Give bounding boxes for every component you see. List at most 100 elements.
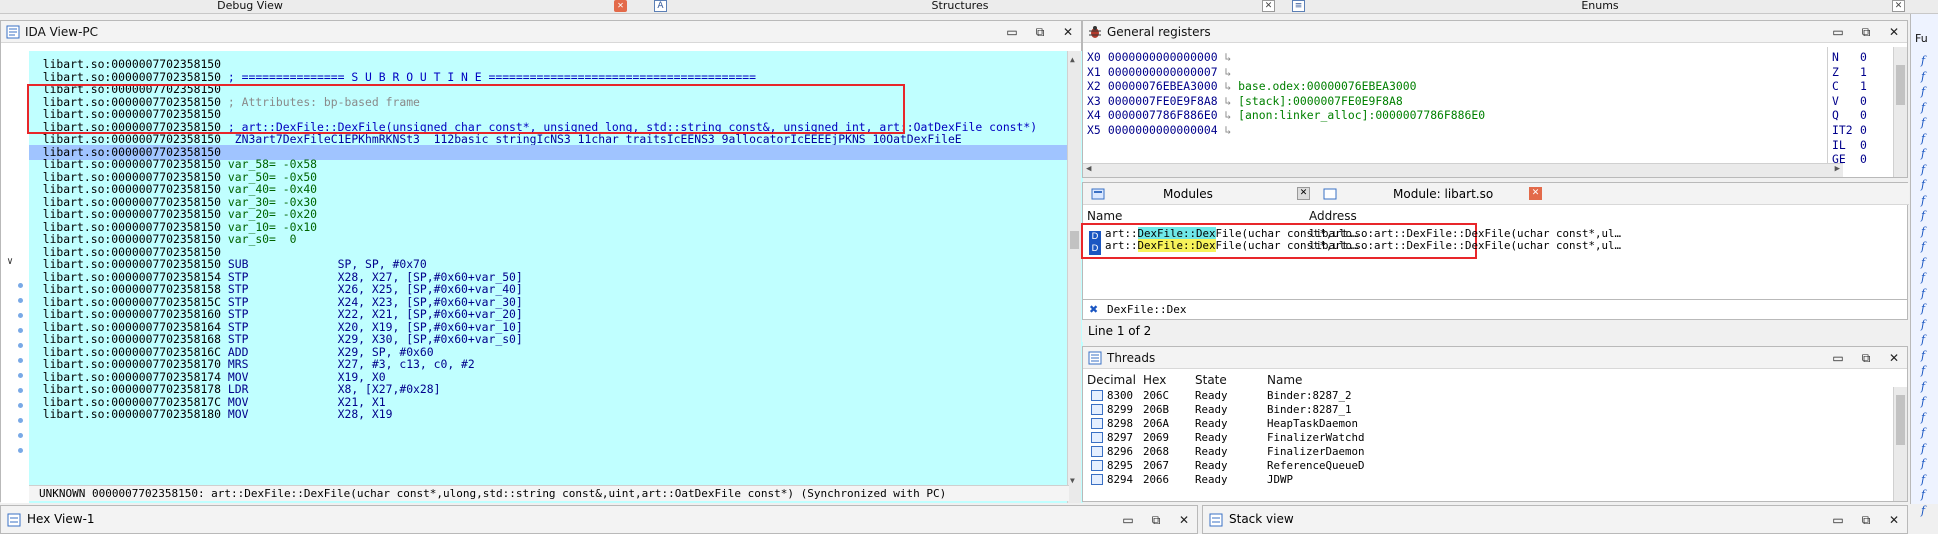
function-f-icon[interactable]: f [1921, 147, 1935, 160]
function-f-icon[interactable]: f [1921, 473, 1935, 486]
close-icon[interactable]: ✕ [1887, 25, 1901, 39]
function-f-icon[interactable]: f [1921, 101, 1935, 114]
thread-name[interactable]: Binder:8287_2 [1267, 389, 1352, 403]
close-icon[interactable]: ✕ [1177, 513, 1191, 527]
disassembly-listing[interactable]: libart.so:0000007702358150 libart.so:000… [29, 51, 1083, 503]
collapse-chevron-icon[interactable]: ∨ [7, 256, 13, 267]
thread-hex[interactable]: 2067 [1143, 459, 1169, 473]
thread-hex[interactable]: 206A [1143, 417, 1169, 431]
function-f-icon[interactable]: f [1921, 395, 1935, 408]
minimize-icon[interactable]: ▭ [1121, 513, 1135, 527]
thread-name[interactable]: JDWP [1267, 473, 1293, 487]
function-f-icon[interactable]: f [1921, 442, 1935, 455]
thread-state[interactable]: Ready [1195, 417, 1228, 431]
column-name[interactable]: Name [1267, 371, 1302, 389]
register-value[interactable]: 0000000000000004 [1101, 123, 1224, 137]
close-icon[interactable]: ✕ [1262, 0, 1275, 12]
function-f-icon[interactable]: f [1921, 54, 1935, 67]
function-f-icon[interactable]: f [1921, 209, 1935, 222]
column-state[interactable]: State [1195, 371, 1227, 389]
close-icon[interactable]: ✕ [1529, 187, 1542, 200]
close-icon[interactable]: ✕ [1061, 25, 1075, 39]
function-f-icon[interactable]: f [1921, 302, 1935, 315]
function-f-icon[interactable]: f [1921, 488, 1935, 501]
function-f-icon[interactable]: f [1921, 194, 1935, 207]
register-row[interactable]: X5 0000000000000004 ↳ [1083, 121, 1238, 139]
close-icon[interactable]: ✕ [1887, 513, 1901, 527]
tab-structures[interactable]: Structures [880, 0, 1040, 14]
breakpoint-dot[interactable] [18, 388, 23, 393]
minimize-icon[interactable]: ▭ [1831, 25, 1845, 39]
thread-hex[interactable]: 206B [1143, 403, 1169, 417]
registers-vertical-scrollbar[interactable] [1893, 47, 1907, 177]
function-f-icon[interactable]: f [1921, 504, 1935, 517]
function-f-icon[interactable]: f [1921, 380, 1935, 393]
tab-modules[interactable]: Modules [1163, 183, 1213, 205]
thread-decimal[interactable]: 8298 [1107, 417, 1133, 431]
breakpoint-dot[interactable] [18, 313, 23, 318]
tab-debug-view[interactable]: Debug View [170, 0, 330, 14]
function-f-icon[interactable]: f [1921, 426, 1935, 439]
thread-hex[interactable]: 2069 [1143, 431, 1169, 445]
restore-icon[interactable]: ⧉ [1859, 351, 1873, 365]
ida-vertical-scrollbar[interactable]: ▲ ▼ [1067, 51, 1081, 503]
close-icon[interactable]: ✕ [1297, 187, 1310, 200]
function-f-icon[interactable]: f [1921, 163, 1935, 176]
column-name[interactable]: Name [1087, 207, 1122, 225]
function-f-icon[interactable]: f [1921, 240, 1935, 253]
filter-input[interactable]: DexFile::Dex [1107, 300, 1186, 320]
breakpoint-dot[interactable] [18, 373, 23, 378]
breakpoint-dot[interactable] [18, 343, 23, 348]
restore-icon[interactable]: ⧉ [1859, 25, 1873, 39]
scroll-up-icon[interactable]: ▲ [1070, 55, 1079, 64]
registers-horizontal-scrollbar[interactable]: ◀ ▶ [1083, 163, 1843, 177]
function-f-icon[interactable]: f [1921, 85, 1935, 98]
breakpoint-dot[interactable] [18, 418, 23, 423]
breakpoint-dot[interactable] [18, 283, 23, 288]
column-address[interactable]: Address [1309, 207, 1357, 225]
restore-icon[interactable]: ⧉ [1149, 513, 1163, 527]
thread-state[interactable]: Ready [1195, 459, 1228, 473]
threads-vertical-scrollbar[interactable] [1893, 387, 1907, 501]
function-f-icon[interactable]: f [1921, 178, 1935, 191]
function-f-icon[interactable]: f [1921, 116, 1935, 129]
column-hex[interactable]: Hex [1143, 371, 1166, 389]
thread-name[interactable]: HeapTaskDaemon [1267, 417, 1358, 431]
thread-hex[interactable]: 2066 [1143, 473, 1169, 487]
function-f-icon[interactable]: f [1921, 287, 1935, 300]
thread-name[interactable]: FinalizerWatchd [1267, 431, 1365, 445]
thread-state[interactable]: Ready [1195, 473, 1228, 487]
minimize-icon[interactable]: ▭ [1831, 513, 1845, 527]
hex-view-title[interactable]: Hex View-1 [27, 506, 95, 533]
breakpoint-dot[interactable] [18, 298, 23, 303]
breakpoint-dot[interactable] [18, 328, 23, 333]
scroll-thumb[interactable] [1070, 231, 1079, 249]
scroll-thumb[interactable] [1896, 65, 1905, 105]
function-f-icon[interactable]: f [1921, 411, 1935, 424]
minimize-icon[interactable]: ▭ [1831, 351, 1845, 365]
thread-name[interactable]: Binder:8287_1 [1267, 403, 1352, 417]
code-line[interactable]: libart.so:0000007702358180 MOV X28, X19 [29, 407, 1069, 422]
thread-decimal[interactable]: 8297 [1107, 431, 1133, 445]
thread-decimal[interactable]: 8296 [1107, 445, 1133, 459]
thread-decimal[interactable]: 8299 [1107, 403, 1133, 417]
thread-name[interactable]: ReferenceQueueD [1267, 459, 1365, 473]
stack-view-title[interactable]: Stack view [1229, 506, 1294, 533]
thread-decimal[interactable]: 8300 [1107, 389, 1133, 403]
function-f-icon[interactable]: f [1921, 132, 1935, 145]
jump-arrow-icon[interactable]: ↳ [1224, 123, 1238, 137]
breakpoint-dot[interactable] [18, 403, 23, 408]
function-f-icon[interactable]: f [1921, 349, 1935, 362]
flag-list[interactable]: N 0 Z 1 C 1 V 0 Q 0 IT2 0 IL 0 GE 0 [1827, 47, 1895, 177]
close-icon[interactable]: ✕ [1892, 0, 1905, 12]
function-f-icon[interactable]: f [1921, 333, 1935, 346]
clear-filter-icon[interactable]: ✖ [1089, 300, 1098, 320]
thread-state[interactable]: Ready [1195, 403, 1228, 417]
thread-state[interactable]: Ready [1195, 431, 1228, 445]
column-decimal[interactable]: Decimal [1087, 371, 1136, 389]
tab-enums[interactable]: Enums [1520, 0, 1680, 14]
function-f-icon[interactable]: f [1921, 70, 1935, 83]
thread-hex[interactable]: 2068 [1143, 445, 1169, 459]
restore-icon[interactable]: ⧉ [1033, 25, 1047, 39]
function-f-icon[interactable]: f [1921, 271, 1935, 284]
